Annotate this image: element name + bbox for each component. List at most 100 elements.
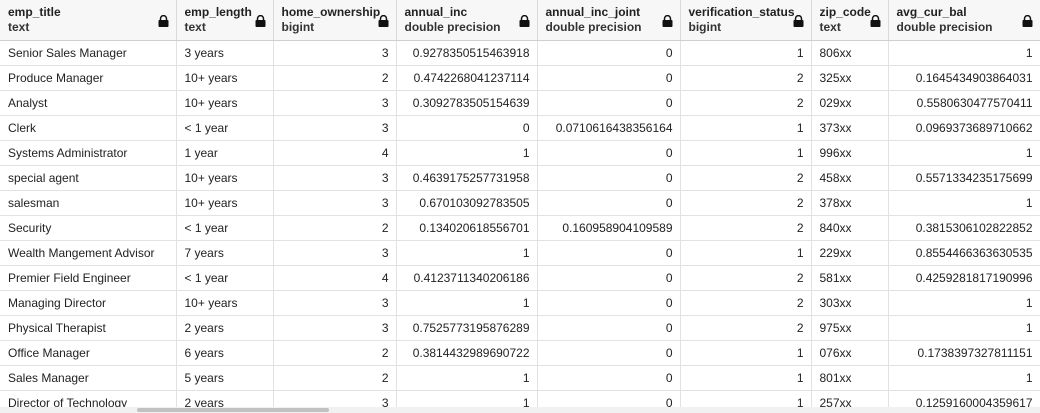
cell-annual-inc[interactable]: 0.4742268041237114	[396, 65, 538, 91]
cell-home-ownership[interactable]: 2	[273, 215, 397, 241]
cell-annual-inc-joint[interactable]: 0	[537, 65, 681, 91]
column-header-home-ownership[interactable]: home_ownership bigint	[273, 0, 397, 41]
cell-emp-length[interactable]: 2 years	[176, 390, 274, 407]
cell-emp-title[interactable]: Wealth Mangement Advisor	[0, 240, 177, 266]
cell-emp-title[interactable]: Senior Sales Manager	[0, 40, 177, 66]
cell-emp-title[interactable]: Produce Manager	[0, 65, 177, 91]
column-header-zip-code[interactable]: zip_code text	[811, 0, 889, 41]
table-row[interactable]: Clerk < 1 year 3 0 0.0710616438356164 1 373xx 0…	[0, 115, 1040, 141]
cell-zip-code[interactable]: 229xx	[811, 240, 889, 266]
cell-emp-title[interactable]: salesman	[0, 190, 177, 216]
cell-emp-length[interactable]: 10+ years	[176, 165, 274, 191]
table-row[interactable]: special agent 10+ years 3 0.463917525773195…	[0, 165, 1040, 191]
table-row[interactable]: Physical Therapist 2 years 3 0.752577319587…	[0, 315, 1040, 341]
cell-zip-code[interactable]: 378xx	[811, 190, 889, 216]
cell-annual-inc-joint[interactable]: 0.0710616438356164	[537, 115, 681, 141]
cell-verification-status[interactable]: 2	[680, 65, 812, 91]
cell-emp-title[interactable]: Systems Administrator	[0, 140, 177, 166]
cell-home-ownership[interactable]: 4	[273, 140, 397, 166]
cell-avg-cur-bal[interactable]: 1	[888, 190, 1040, 216]
cell-emp-length[interactable]: 3 years	[176, 40, 274, 66]
cell-emp-length[interactable]: 2 years	[176, 315, 274, 341]
cell-verification-status[interactable]: 1	[680, 365, 812, 391]
cell-emp-title[interactable]: Security	[0, 215, 177, 241]
cell-home-ownership[interactable]: 3	[273, 90, 397, 116]
cell-zip-code[interactable]: 581xx	[811, 265, 889, 291]
cell-emp-title[interactable]: Director of Technology	[0, 390, 177, 407]
cell-emp-length[interactable]: 10+ years	[176, 290, 274, 316]
cell-emp-title[interactable]: Sales Manager	[0, 365, 177, 391]
cell-verification-status[interactable]: 1	[680, 340, 812, 366]
column-header-annual-inc-joint[interactable]: annual_inc_joint double precision	[537, 0, 681, 41]
cell-verification-status[interactable]: 1	[680, 240, 812, 266]
cell-emp-length[interactable]: 7 years	[176, 240, 274, 266]
table-row[interactable]: Produce Manager 10+ years 2 0.4742268041237…	[0, 65, 1040, 91]
cell-zip-code[interactable]: 996xx	[811, 140, 889, 166]
cell-emp-title[interactable]: Premier Field Engineer	[0, 265, 177, 291]
cell-annual-inc[interactable]: 1	[396, 140, 538, 166]
cell-avg-cur-bal[interactable]: 0.1645434903864031	[888, 65, 1040, 91]
cell-avg-cur-bal[interactable]: 0.1259160004359617	[888, 390, 1040, 407]
cell-avg-cur-bal[interactable]: 1	[888, 290, 1040, 316]
cell-verification-status[interactable]: 2	[680, 165, 812, 191]
cell-annual-inc[interactable]: 1	[396, 390, 538, 407]
cell-annual-inc-joint[interactable]: 0.160958904109589	[537, 215, 681, 241]
cell-avg-cur-bal[interactable]: 1	[888, 40, 1040, 66]
table-row[interactable]: salesman 10+ years 3 0.670103092783505 0 2 378…	[0, 190, 1040, 216]
cell-home-ownership[interactable]: 3	[273, 165, 397, 191]
table-row[interactable]: Office Manager 6 years 2 0.3814432989690722…	[0, 340, 1040, 366]
column-header-emp-title[interactable]: emp_title text	[0, 0, 177, 41]
cell-annual-inc[interactable]: 0.3092783505154639	[396, 90, 538, 116]
cell-annual-inc[interactable]: 0	[396, 115, 538, 141]
cell-emp-length[interactable]: < 1 year	[176, 215, 274, 241]
cell-emp-title[interactable]: Analyst	[0, 90, 177, 116]
cell-emp-length[interactable]: 5 years	[176, 365, 274, 391]
cell-annual-inc-joint[interactable]: 0	[537, 165, 681, 191]
cell-zip-code[interactable]: 257xx	[811, 390, 889, 407]
cell-annual-inc-joint[interactable]: 0	[537, 240, 681, 266]
cell-zip-code[interactable]: 076xx	[811, 340, 889, 366]
cell-emp-length[interactable]: < 1 year	[176, 115, 274, 141]
cell-avg-cur-bal[interactable]: 1	[888, 315, 1040, 341]
cell-annual-inc-joint[interactable]: 0	[537, 365, 681, 391]
cell-annual-inc-joint[interactable]: 0	[537, 265, 681, 291]
table-row[interactable]: Director of Technology 2 years 3 1 0 1 257xx 0.…	[0, 390, 1040, 407]
cell-emp-title[interactable]: Managing Director	[0, 290, 177, 316]
cell-verification-status[interactable]: 2	[680, 90, 812, 116]
table-row[interactable]: Systems Administrator 1 year 4 1 0 1 996xx 1	[0, 140, 1040, 166]
cell-zip-code[interactable]: 975xx	[811, 315, 889, 341]
cell-verification-status[interactable]: 2	[680, 290, 812, 316]
cell-home-ownership[interactable]: 3	[273, 290, 397, 316]
cell-zip-code[interactable]: 325xx	[811, 65, 889, 91]
cell-avg-cur-bal[interactable]: 0.5571334235175699	[888, 165, 1040, 191]
cell-verification-status[interactable]: 2	[680, 265, 812, 291]
cell-annual-inc[interactable]: 0.4123711340206186	[396, 265, 538, 291]
cell-avg-cur-bal[interactable]: 0.0969373689710662	[888, 115, 1040, 141]
table-row[interactable]: Managing Director 10+ years 3 1 0 2 303xx 1	[0, 290, 1040, 316]
cell-annual-inc-joint[interactable]: 0	[537, 90, 681, 116]
cell-home-ownership[interactable]: 3	[273, 240, 397, 266]
cell-home-ownership[interactable]: 3	[273, 115, 397, 141]
cell-annual-inc[interactable]: 1	[396, 240, 538, 266]
cell-annual-inc[interactable]: 0.9278350515463918	[396, 40, 538, 66]
cell-verification-status[interactable]: 2	[680, 315, 812, 341]
column-header-emp-length[interactable]: emp_length text	[176, 0, 274, 41]
cell-emp-length[interactable]: 10+ years	[176, 90, 274, 116]
cell-emp-length[interactable]: 10+ years	[176, 190, 274, 216]
cell-verification-status[interactable]: 1	[680, 390, 812, 407]
cell-zip-code[interactable]: 373xx	[811, 115, 889, 141]
cell-zip-code[interactable]: 458xx	[811, 165, 889, 191]
cell-avg-cur-bal[interactable]: 0.3815306102822852	[888, 215, 1040, 241]
cell-home-ownership[interactable]: 3	[273, 390, 397, 407]
horizontal-scrollbar[interactable]	[0, 407, 1040, 413]
column-header-annual-inc[interactable]: annual_inc double precision	[396, 0, 538, 41]
cell-annual-inc-joint[interactable]: 0	[537, 190, 681, 216]
cell-home-ownership[interactable]: 4	[273, 265, 397, 291]
cell-annual-inc[interactable]: 0.134020618556701	[396, 215, 538, 241]
cell-home-ownership[interactable]: 3	[273, 315, 397, 341]
cell-home-ownership[interactable]: 3	[273, 190, 397, 216]
cell-emp-length[interactable]: 10+ years	[176, 65, 274, 91]
cell-emp-title[interactable]: Office Manager	[0, 340, 177, 366]
cell-annual-inc-joint[interactable]: 0	[537, 315, 681, 341]
cell-verification-status[interactable]: 2	[680, 215, 812, 241]
